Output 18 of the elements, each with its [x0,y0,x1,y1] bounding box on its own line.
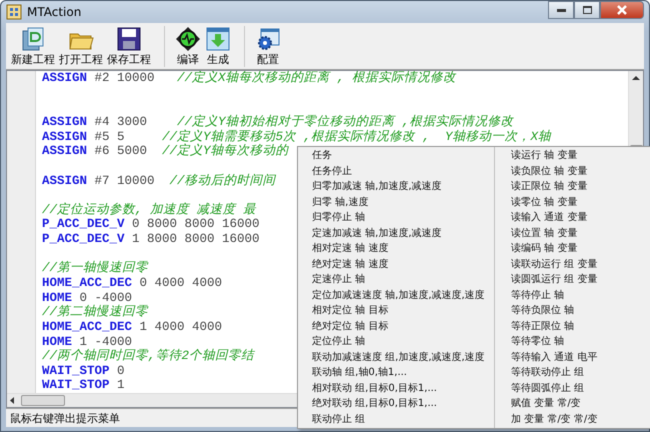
code-line: HOME_ACC_DEC 1 4000 4000 [42,320,222,334]
code-line: HOME_ACC_DEC 0 4000 4000 [42,276,222,290]
code-line: ASSIGN #4 3000 //定义Y轴初始相对于零位移动的距离 ,根据实际情况修改 [42,114,514,129]
code-line: WAIT_STOP 1 [42,378,125,392]
code-line: P_ACC_DEC_V 0 8000 8000 16000 [42,217,260,232]
status-text: 鼠标右键弹出提示菜单 [10,410,120,426]
code-line: //第一轴慢速回零 [42,261,148,276]
code-line: HOME 0 -4000 [42,290,132,305]
code-line: P_ACC_DEC_V 1 8000 8000 16000 [42,232,260,246]
code-line: ASSIGN #5 5 //定义Y轴需要移动5次 ,根据实际情况修改 , Y轴移动一次，X轴 [42,130,552,144]
code-line: //定位运动参数, 加速度 减速度 最 [42,202,256,217]
code-line: HOME 1 -4000 [42,334,132,349]
code-line: //第二轴慢速回零 [42,305,148,320]
code-line: //两个轴同时回零,等待2个轴回零结 [42,349,254,364]
window-title: MTAction [27,5,82,19]
code-line: ASSIGN #7 10000 //移动后的时间间 [42,174,276,188]
code-line: WAIT_STOP 0 [42,364,125,378]
code-line: ASSIGN #6 5000 //定义Y轴每次移动的 [42,144,289,158]
